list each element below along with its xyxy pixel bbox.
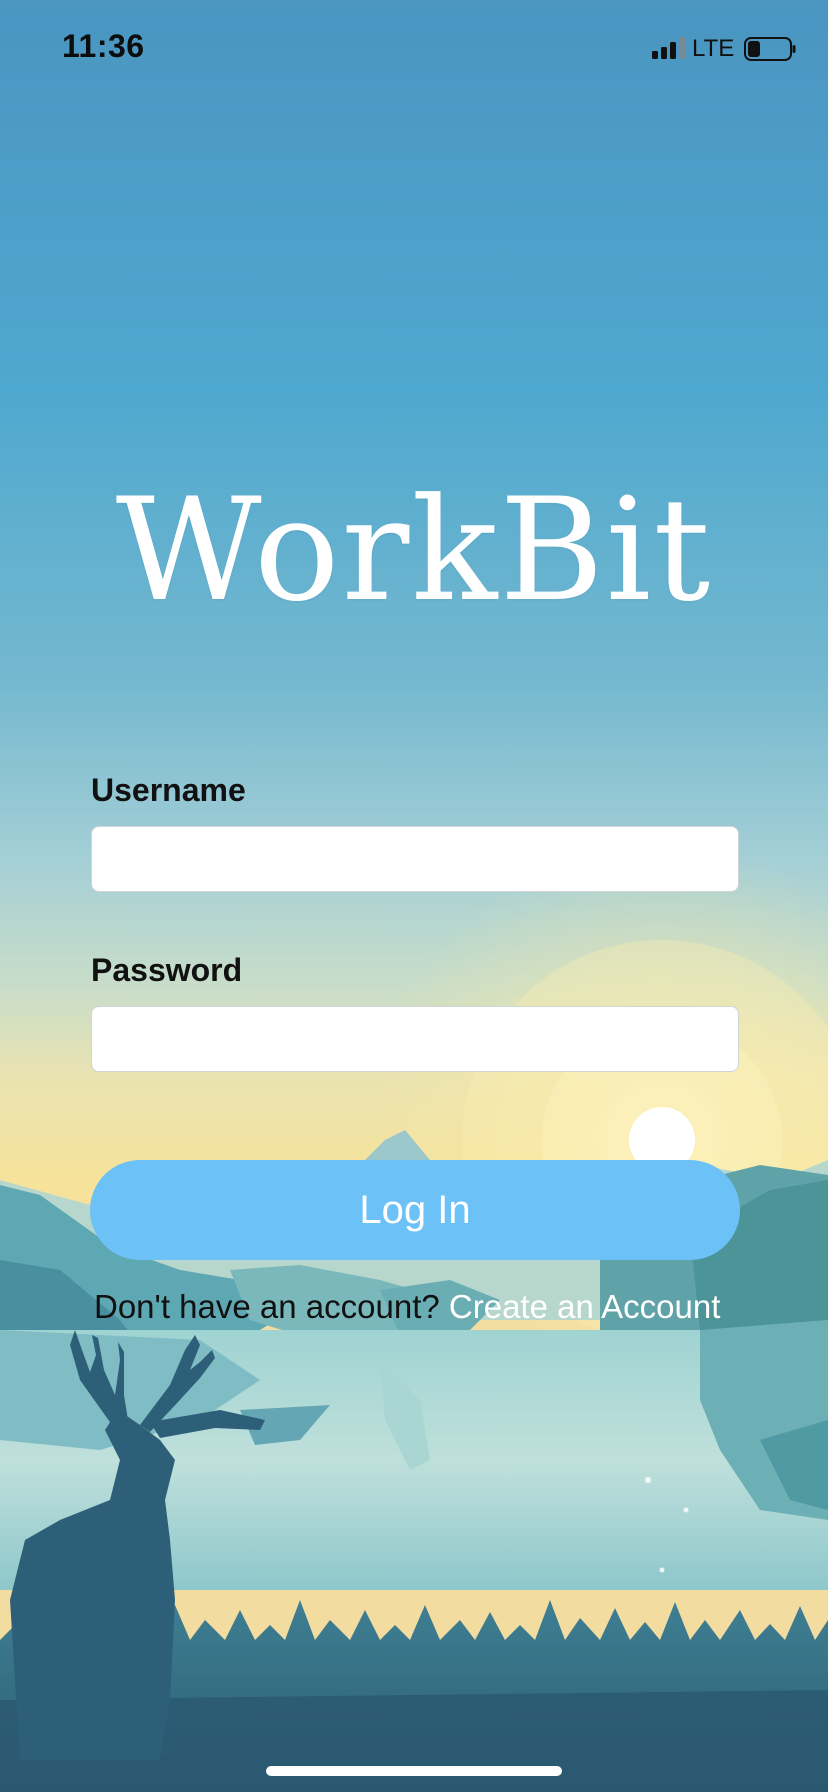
signup-prompt: Don't have an account? [94,1288,449,1325]
battery-icon [744,37,796,61]
create-account-link[interactable]: Create an Account [449,1288,721,1325]
username-label: Username [91,772,246,808]
status-bar: 11:36 LTE [0,0,828,100]
background-landscape [0,0,828,1792]
network-type: LTE [692,35,735,62]
status-indicators: LTE [652,34,798,64]
password-input[interactable] [91,1006,739,1072]
cellular-signal-icon [652,36,686,62]
username-input[interactable] [91,826,739,892]
home-indicator[interactable] [266,1766,562,1776]
password-label: Password [91,952,243,988]
app-logo-title: WorkBit [115,468,713,633]
signup-row: Don't have an account? Create an Account [94,1288,794,1326]
status-time: 11:36 [62,28,145,64]
login-button[interactable]: Log In [90,1160,740,1260]
